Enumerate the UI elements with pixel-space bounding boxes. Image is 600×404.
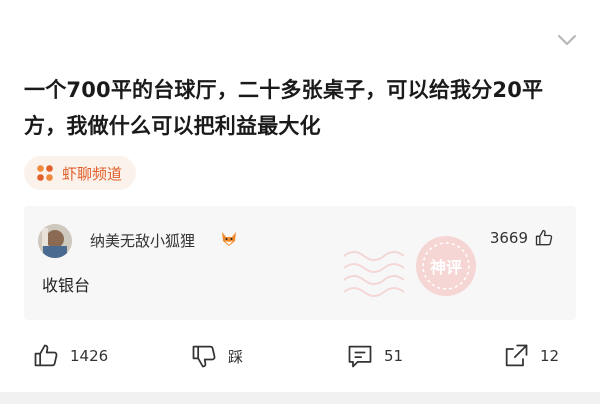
comment-count: 51 xyxy=(384,347,404,365)
share-count: 12 xyxy=(540,347,560,365)
collapse-chevron-icon[interactable] xyxy=(555,32,579,48)
comment-icon xyxy=(348,345,372,368)
hot-comment-stamp: 神评 xyxy=(343,236,476,297)
thumbs-down-icon xyxy=(192,345,216,368)
post-title: 一个700平的台球厅，二十多张桌子，可以给我分20平方，我做什么可以把利益最大化 xyxy=(24,78,544,138)
channel-grid-icon xyxy=(37,165,53,181)
comment-like-button[interactable]: 3669 xyxy=(490,228,554,248)
dislike-button[interactable]: 踩 xyxy=(190,338,243,374)
commenter-avatar[interactable] xyxy=(38,224,72,258)
like-button[interactable]: 1426 xyxy=(32,338,108,374)
share-icon xyxy=(505,344,528,367)
comment-button[interactable]: 51 xyxy=(346,338,403,374)
fox-emoji-icon xyxy=(222,232,236,246)
svg-text:神评: 神评 xyxy=(430,258,462,277)
comment-like-count: 3669 xyxy=(489,229,528,247)
channel-tag[interactable]: 虾聊频道 xyxy=(24,156,137,190)
commenter-username[interactable]: 纳美无敌小狐狸 xyxy=(90,230,195,251)
dislike-label: 踩 xyxy=(228,347,244,366)
action-bar: 1426 踩 51 12 xyxy=(0,338,600,374)
share-button[interactable]: 12 xyxy=(502,338,559,374)
like-count: 1426 xyxy=(70,347,109,365)
top-comment-card[interactable]: 神评 纳美无敌小狐狸 3669 收银台 xyxy=(24,206,576,320)
thumbs-up-icon xyxy=(34,344,58,367)
bottom-divider xyxy=(0,392,600,404)
thumbs-up-icon xyxy=(535,229,553,246)
comment-text: 收银台 xyxy=(42,276,91,295)
channel-label: 虾聊频道 xyxy=(62,164,123,183)
